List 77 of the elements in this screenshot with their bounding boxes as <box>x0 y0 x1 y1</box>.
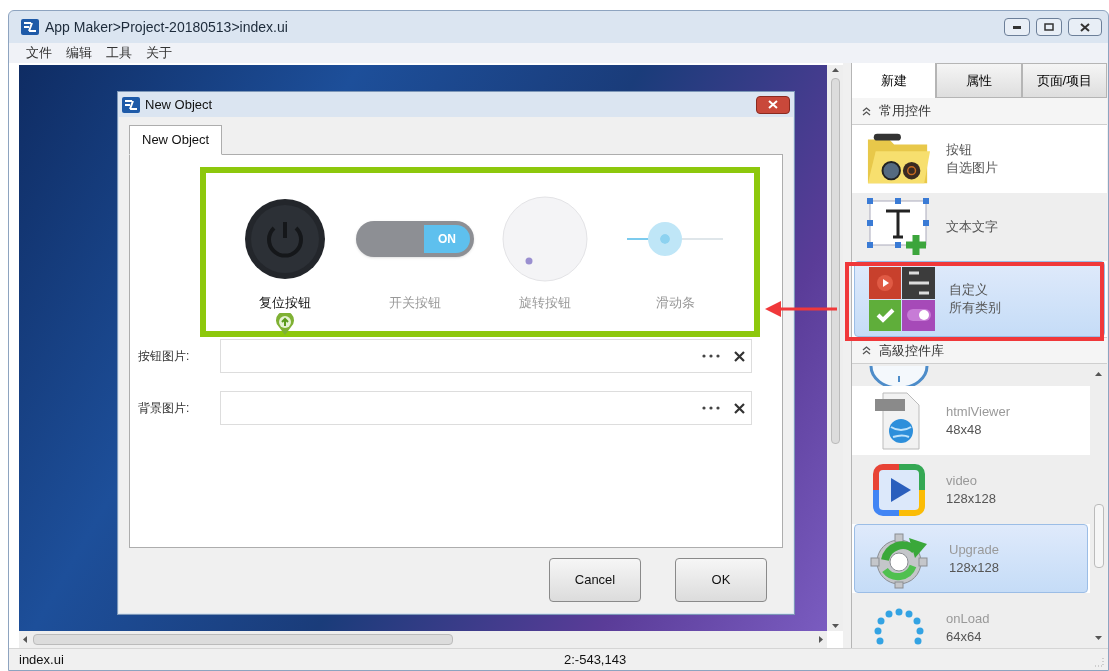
dialog-tab[interactable]: New Object <box>129 125 223 155</box>
collapse-icon[interactable] <box>862 346 871 355</box>
vertical-scrollbar[interactable] <box>1090 364 1107 648</box>
text-tool-icon <box>866 197 932 257</box>
switch-state-label: ON <box>424 225 470 253</box>
clear-icon[interactable] <box>734 350 745 362</box>
field-label: 背景图片: <box>138 400 191 417</box>
control-list-item[interactable]: onLoad 64x64 <box>852 593 1090 648</box>
dialog-button[interactable]: Cancel <box>549 558 641 602</box>
app-logo-icon <box>122 96 140 113</box>
panel-tab[interactable]: 新建 <box>852 63 937 98</box>
scrollbar-thumb[interactable] <box>33 634 453 645</box>
collapse-icon[interactable] <box>862 106 871 116</box>
close-button[interactable] <box>756 95 790 114</box>
clock-icon <box>869 366 929 386</box>
section-header[interactable]: 常用控件 <box>879 101 931 121</box>
status-position: 2:-543,143 <box>564 650 627 669</box>
dialog-title: New Object <box>145 95 214 114</box>
more-icon[interactable] <box>702 406 720 410</box>
control-list-item[interactable]: Upgrade 128x128 <box>854 524 1088 593</box>
control-list-item[interactable]: 自定义 所有类别 <box>854 261 1105 337</box>
item-label: 自选图片 <box>946 159 998 177</box>
more-icon[interactable] <box>702 354 720 358</box>
vertical-scrollbar[interactable] <box>827 65 843 631</box>
scroll-down-icon[interactable] <box>1095 636 1102 640</box>
menu-item[interactable]: 关于 <box>146 43 172 63</box>
item-label: Upgrade <box>949 540 999 559</box>
item-label: 128x128 <box>949 558 999 577</box>
video-play-icon <box>871 461 927 518</box>
scrollbar-thumb[interactable] <box>830 78 840 444</box>
close-icon <box>768 100 778 109</box>
pointer-arrow <box>765 301 837 317</box>
minimize-button[interactable] <box>1004 18 1030 36</box>
menu-item[interactable]: 文件 <box>26 43 52 63</box>
dialog-button[interactable]: OK <box>675 558 767 602</box>
horizontal-scrollbar[interactable] <box>19 631 827 648</box>
close-icon <box>1080 22 1090 32</box>
scroll-left-icon[interactable] <box>23 636 27 643</box>
scroll-up-icon[interactable] <box>1095 372 1102 376</box>
item-label: 64x64 <box>946 627 983 646</box>
scroll-right-icon[interactable] <box>819 636 823 643</box>
item-label: onLoad <box>946 609 990 628</box>
minimize-icon <box>1013 25 1021 29</box>
scroll-down-icon[interactable] <box>831 624 839 628</box>
panel-tab[interactable]: 属性 <box>936 63 1022 98</box>
control-tiles-icon <box>869 267 935 331</box>
scrollbar-thumb[interactable] <box>1093 504 1104 568</box>
section-header[interactable]: 高級控件库 <box>879 340 944 361</box>
clear-icon[interactable] <box>734 402 745 414</box>
control-list-item[interactable]: 文本文字 <box>852 193 1107 261</box>
item-label: 48x48 <box>946 420 983 439</box>
maximize-icon <box>1044 23 1054 31</box>
item-label: 128x128 <box>946 489 996 508</box>
item-label: htmlViewer <box>946 402 1011 421</box>
window-title: App Maker>Project-20180513>index.ui <box>45 17 289 37</box>
item-label: 文本文字 <box>946 218 998 236</box>
field-label: 按钮图片: <box>138 348 191 365</box>
menu-item[interactable]: 编辑 <box>66 43 92 63</box>
input-field[interactable] <box>220 339 752 373</box>
close-button[interactable] <box>1068 18 1102 36</box>
control-list-item[interactable]: video 128x128 <box>852 455 1090 524</box>
status-file: index.ui <box>19 650 65 669</box>
map-pin-icon <box>275 312 295 335</box>
menu-item[interactable]: 工具 <box>106 43 132 63</box>
maximize-button[interactable] <box>1036 18 1062 36</box>
item-label: 自定义 <box>949 281 989 299</box>
item-label: video <box>946 471 979 490</box>
resize-grip-icon[interactable] <box>1094 657 1104 667</box>
scroll-up-icon[interactable] <box>831 68 839 72</box>
control-list-item[interactable] <box>852 364 1090 386</box>
slider-thumb[interactable] <box>648 222 683 256</box>
widget-label[interactable]: 复位按钮 <box>259 293 311 313</box>
item-label: 所有类别 <box>949 299 1001 317</box>
app-logo-icon <box>21 19 39 35</box>
panel-tab[interactable]: 页面/项目 <box>1021 63 1107 98</box>
input-field[interactable] <box>220 391 752 425</box>
item-label: 按钮 <box>946 141 973 159</box>
